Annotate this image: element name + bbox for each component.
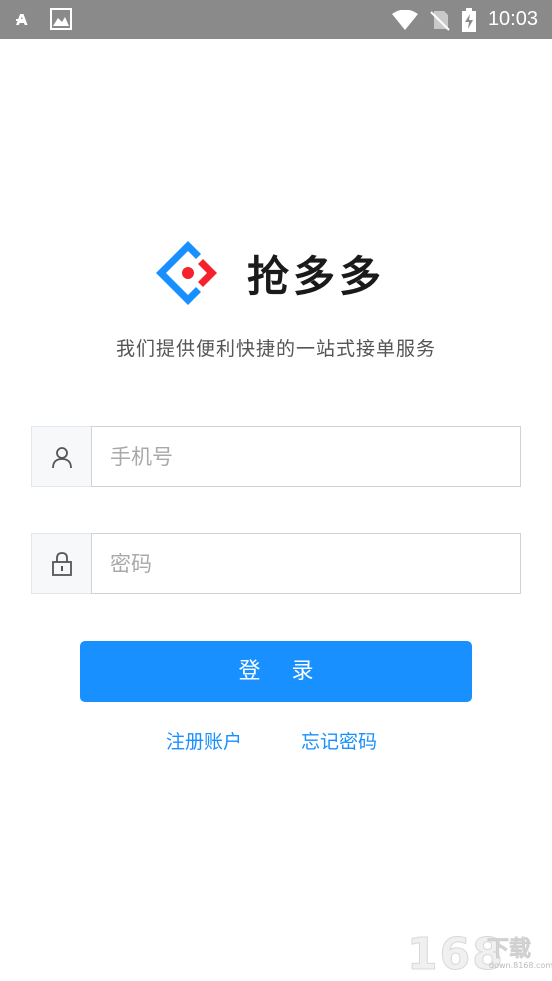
brand: 抢多多 <box>153 238 385 308</box>
phone-field <box>31 426 521 487</box>
watermark-logo: 168 下载 down.8168.com <box>403 925 552 981</box>
app-logo-icon <box>156 241 217 305</box>
font-icon: A <box>16 11 36 27</box>
app-name: 抢多多 <box>247 251 386 301</box>
no-sim-icon <box>430 9 450 31</box>
login-button[interactable]: 登 录 <box>80 641 472 702</box>
password-input-wrapper <box>91 533 521 594</box>
status-bar: A 10:03 <box>0 0 552 39</box>
image-icon <box>50 8 72 30</box>
register-link[interactable]: 注册账户 <box>166 727 242 754</box>
clock: 10:03 <box>487 8 538 30</box>
auth-links: 注册账户 忘记密码 <box>0 727 552 755</box>
tagline: 我们提供便利快捷的一站式接单服务 <box>115 338 436 360</box>
watermark-text: 下载 <box>487 937 532 963</box>
battery-charging-icon <box>461 7 476 32</box>
phone-input[interactable] <box>92 427 520 486</box>
phone-input-wrapper <box>91 426 521 487</box>
password-input[interactable] <box>92 534 520 593</box>
lock-icon <box>31 533 91 594</box>
password-field <box>31 533 521 594</box>
forgot-password-link[interactable]: 忘记密码 <box>301 727 377 754</box>
user-icon <box>31 426 91 487</box>
watermark-url: down.8168.com <box>489 961 552 970</box>
wifi-icon <box>391 9 418 30</box>
